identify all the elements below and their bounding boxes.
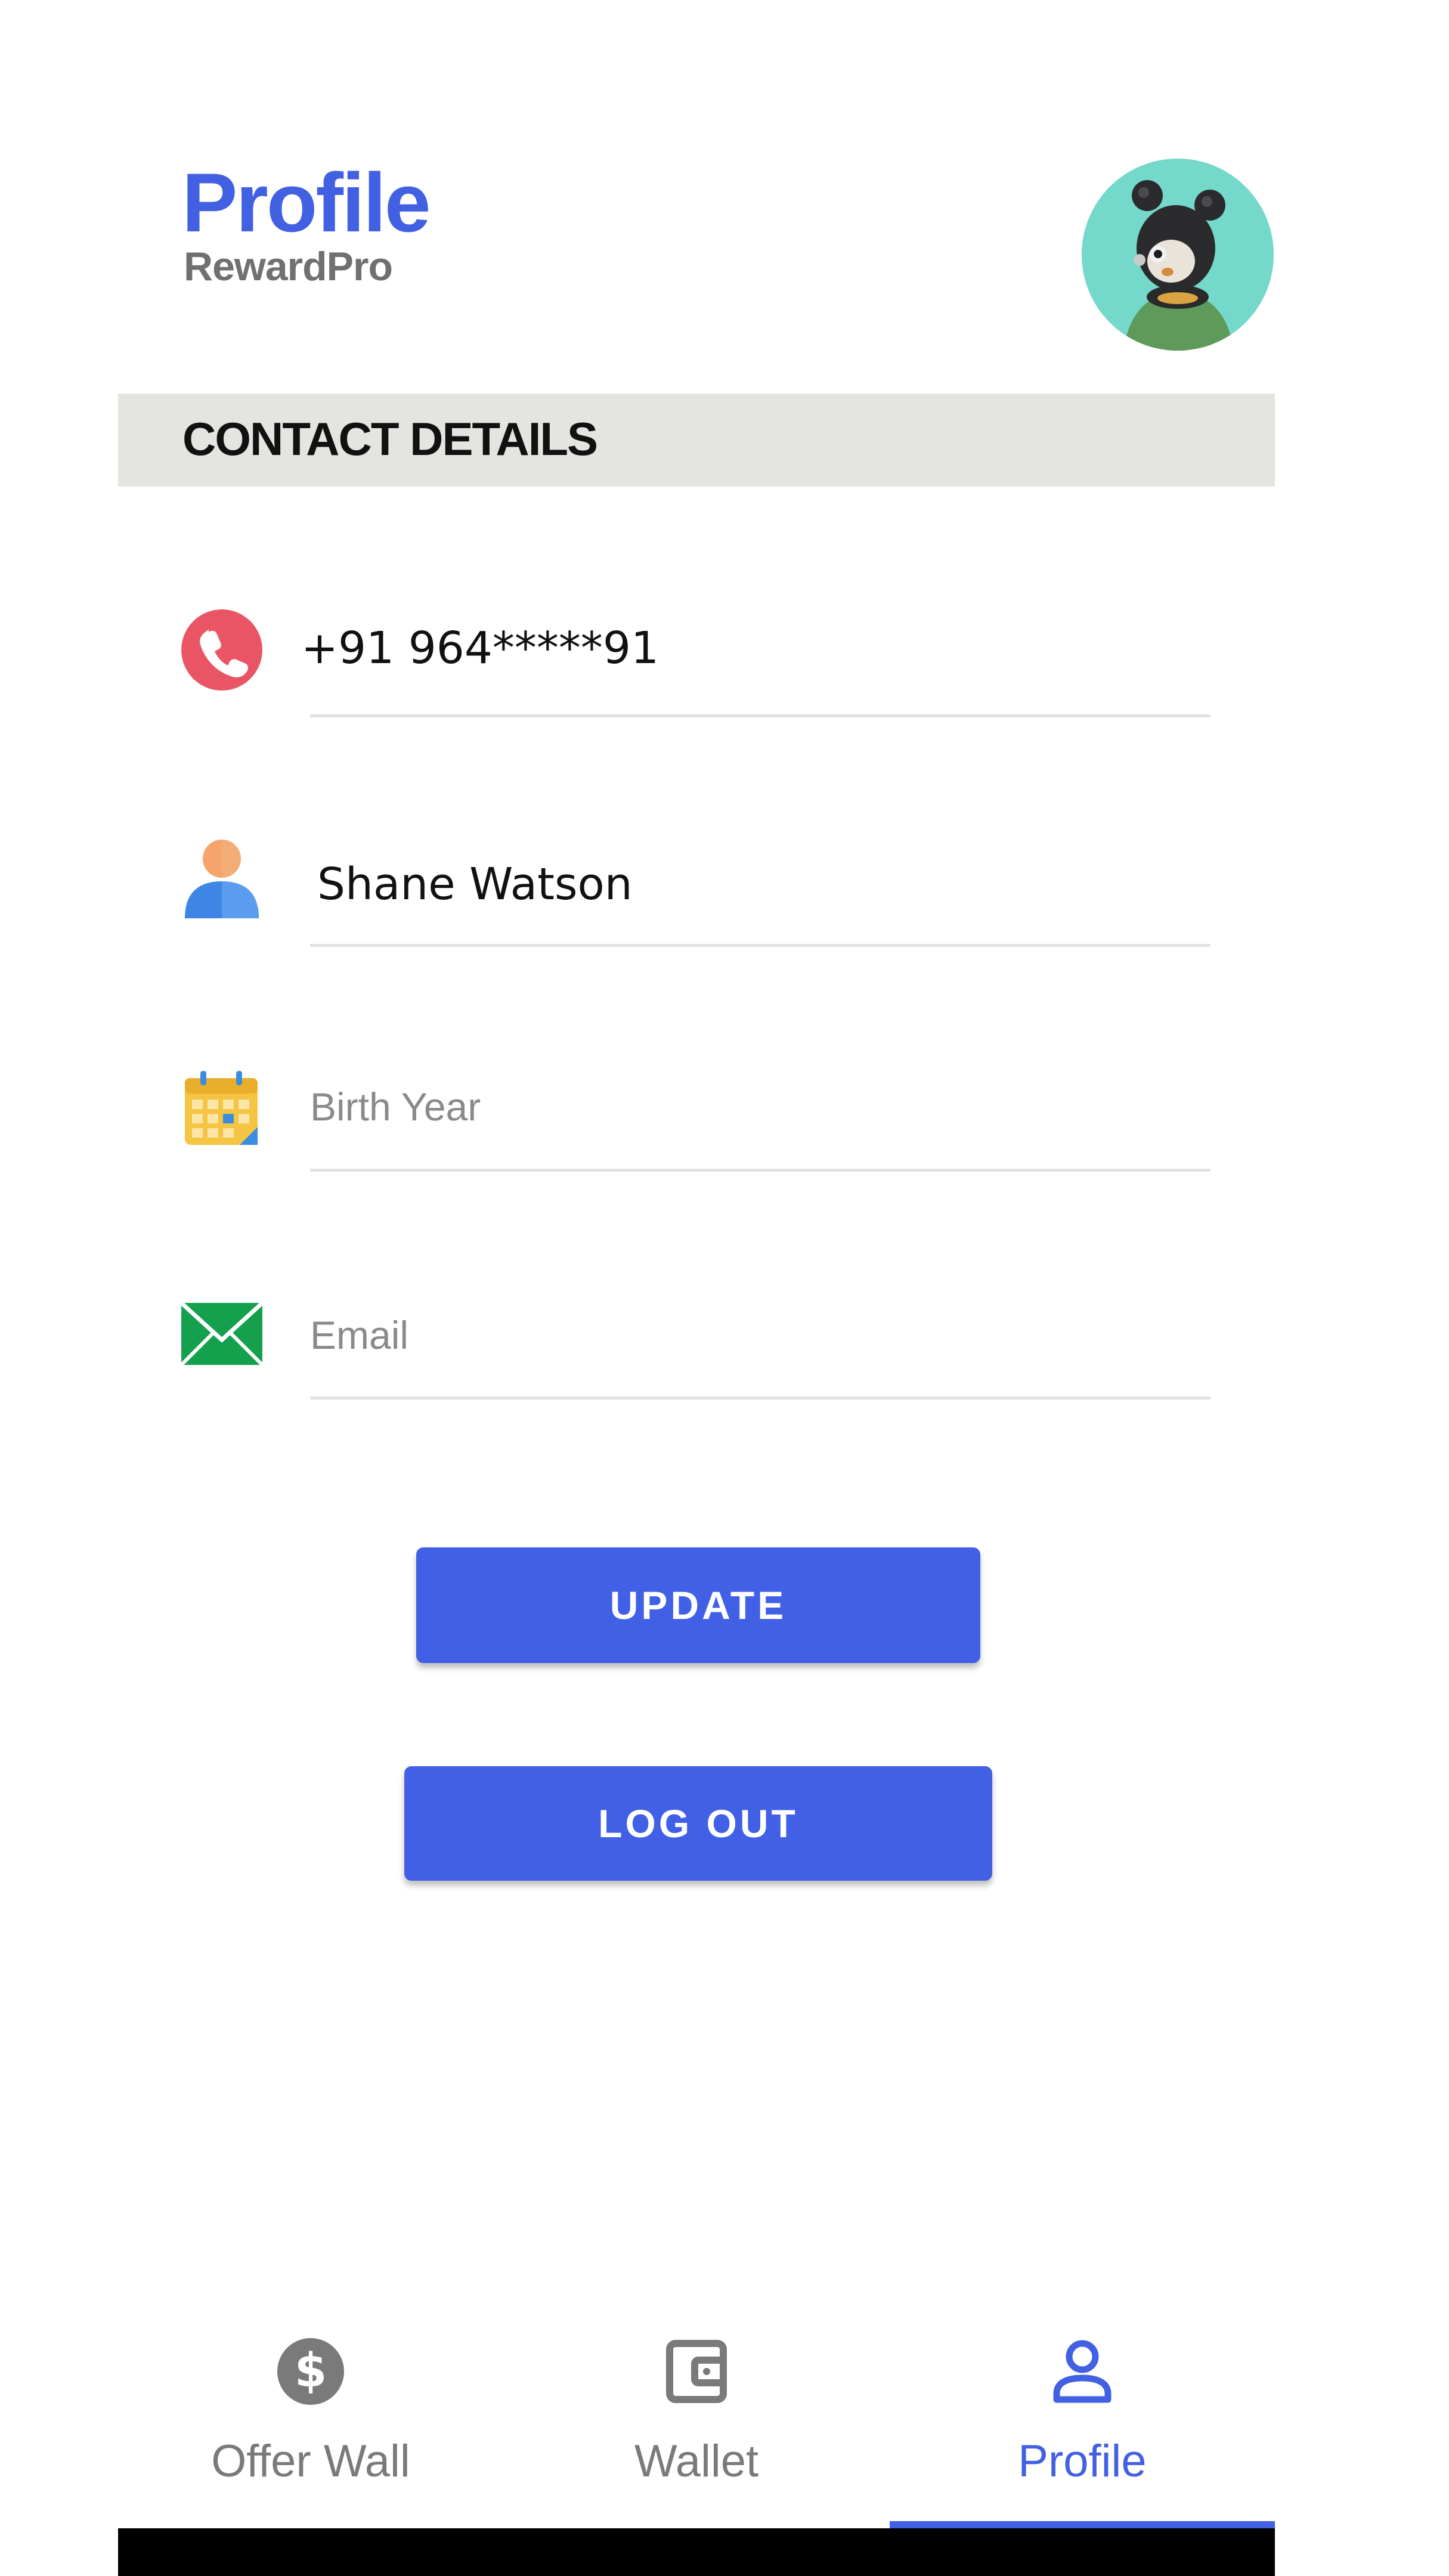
birth-year-field-underline <box>310 1169 1210 1172</box>
profile-screen: Profile RewardPro CONTACT DETAILS +91 96… <box>0 0 1449 2576</box>
app-name: RewardPro <box>184 244 393 289</box>
calendar-icon <box>180 1067 264 1151</box>
system-navigation-bar <box>118 2528 1275 2576</box>
nav-label-wallet: Wallet <box>634 2436 759 2487</box>
nav-item-wallet[interactable]: Wallet <box>504 2320 889 2528</box>
logout-button[interactable]: LOG OUT <box>404 1766 992 1881</box>
avatar-character-icon <box>1082 159 1274 351</box>
email-field[interactable]: Email <box>310 1315 408 1355</box>
dollar-coin-icon: $ <box>272 2333 349 2410</box>
phone-field-underline <box>310 714 1210 717</box>
nav-label-offer-wall: Offer Wall <box>211 2436 410 2487</box>
nav-item-offer-wall[interactable]: $ Offer Wall <box>118 2320 503 2528</box>
birth-year-field[interactable]: Birth Year <box>310 1087 481 1126</box>
name-field-underline <box>310 944 1210 947</box>
user-icon <box>180 837 264 921</box>
email-field-underline <box>310 1397 1210 1400</box>
envelope-icon <box>179 1291 264 1374</box>
page-title: Profile <box>182 156 431 249</box>
phone-value: +91 964*****91 <box>301 623 660 674</box>
phone-icon <box>180 608 264 692</box>
svg-text:$: $ <box>295 2344 327 2398</box>
wallet-icon <box>658 2333 735 2410</box>
user-outline-icon <box>1044 2333 1121 2410</box>
nav-label-profile: Profile <box>1018 2436 1147 2487</box>
nav-item-profile[interactable]: Profile <box>890 2320 1275 2528</box>
section-title: CONTACT DETAILS <box>182 413 598 465</box>
avatar[interactable] <box>1082 159 1274 351</box>
update-button[interactable]: UPDATE <box>416 1547 980 1663</box>
name-field[interactable]: Shane Watson <box>317 862 633 906</box>
nav-active-indicator <box>890 2521 1275 2528</box>
